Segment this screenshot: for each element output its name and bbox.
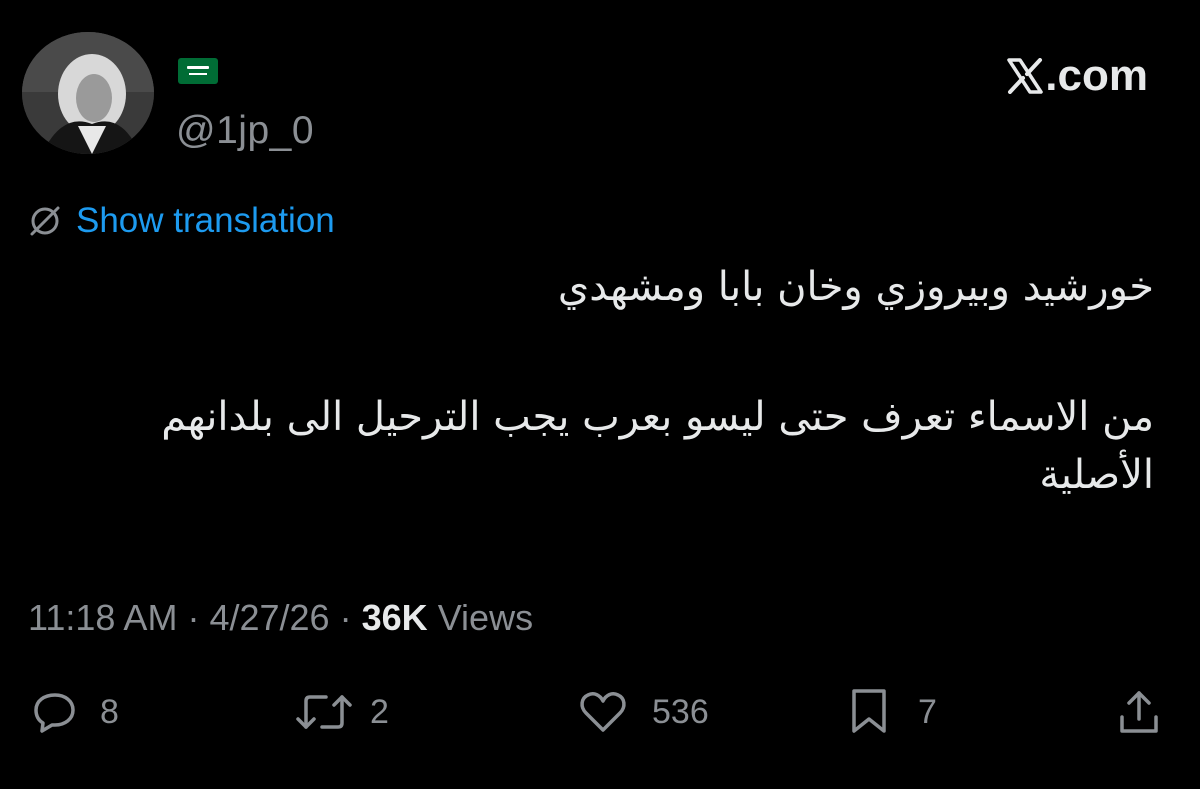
show-translation-button[interactable]: Show translation bbox=[28, 198, 335, 244]
like-count: 536 bbox=[652, 692, 709, 731]
views-count: 36K bbox=[361, 597, 428, 638]
share-button[interactable] bbox=[1116, 682, 1162, 742]
repost-button[interactable]: 2 bbox=[294, 682, 389, 742]
tweet-time[interactable]: 11:18 AM bbox=[28, 597, 177, 638]
tweet-date[interactable]: 4/27/26 bbox=[209, 597, 329, 638]
avatar[interactable] bbox=[22, 32, 154, 154]
meta-separator: · bbox=[187, 597, 200, 638]
tweet-paragraph: خورشيد وبيروزي وخان بابا ومشهدي bbox=[557, 264, 1154, 310]
x-icon bbox=[1007, 58, 1044, 94]
saudi-flag-icon bbox=[178, 58, 218, 84]
bookmark-button[interactable]: 7 bbox=[848, 682, 937, 742]
heart-icon bbox=[580, 692, 626, 732]
views-label: Views bbox=[437, 597, 534, 638]
site-domain: .com bbox=[1045, 51, 1148, 100]
tweet-paragraph: من الاسماء تعرف حتى ليسو بعرب يجب الترحي… bbox=[161, 394, 1154, 498]
bookmark-icon bbox=[852, 689, 886, 733]
translate-globe-icon bbox=[30, 206, 60, 236]
repost-icon bbox=[296, 695, 352, 729]
show-translation-label: Show translation bbox=[76, 201, 335, 240]
action-bar: 8 2 536 7 bbox=[0, 682, 1200, 742]
bookmark-count: 7 bbox=[918, 692, 937, 731]
reply-button[interactable]: 8 bbox=[32, 682, 119, 742]
author-handle[interactable]: @1jp_0 bbox=[176, 108, 314, 154]
reply-icon bbox=[34, 693, 75, 733]
meta-separator: · bbox=[339, 597, 352, 638]
like-button[interactable]: 536 bbox=[578, 682, 709, 742]
share-icon bbox=[1120, 691, 1158, 733]
tweet-meta: 11:18 AM · 4/27/26 · 36K Views bbox=[28, 596, 533, 640]
x-logo: .com bbox=[1007, 51, 1148, 100]
tweet-text: خورشيد وبيروزي وخان بابا ومشهدي من الاسم… bbox=[40, 258, 1154, 504]
tweet-card: @1jp_0 .com Show translation خورشيد وبير… bbox=[0, 0, 1200, 789]
reply-count: 8 bbox=[100, 692, 119, 731]
repost-count: 2 bbox=[370, 692, 389, 731]
